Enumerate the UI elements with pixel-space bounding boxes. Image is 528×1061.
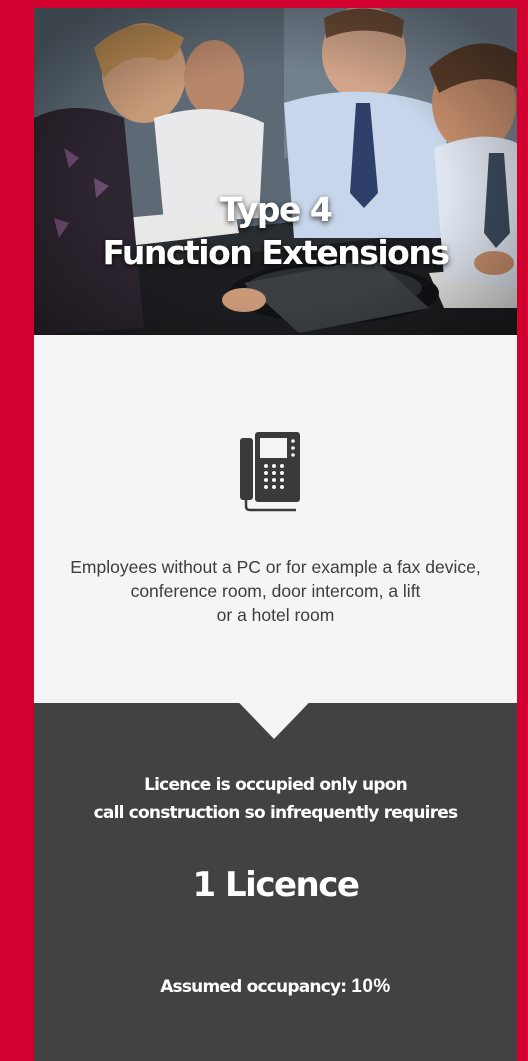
- licence-lead-line1: Licence is occupied only upon: [144, 775, 408, 795]
- description-line2: conference room, door intercom, a lift: [130, 581, 421, 601]
- desk-phone-icon: [240, 432, 300, 512]
- section-divider-arrow: [220, 683, 328, 739]
- business-meeting-photo: [34, 8, 517, 335]
- licence-section: Licence is occupied only upon call const…: [34, 703, 517, 1061]
- function-extensions-card: Type 4 Function Extensions Employees wit…: [34, 8, 517, 1061]
- hero-title-line2: Function Extensions: [102, 233, 450, 272]
- description-text: Employees without a PC or for example a …: [34, 555, 517, 627]
- hero-title: Type 4 Function Extensions: [34, 188, 517, 274]
- description-line1: Employees without a PC or for example a …: [70, 557, 481, 577]
- occupancy-line: Assumed occupancy: 10%: [34, 976, 517, 998]
- info-section: Employees without a PC or for example a …: [34, 335, 517, 703]
- licence-lead-line2: call construction so infrequently requir…: [93, 803, 459, 823]
- hero-image: Type 4 Function Extensions: [34, 8, 517, 335]
- description-line3: or a hotel room: [216, 605, 335, 625]
- hero-title-line1: Type 4: [219, 190, 333, 229]
- licence-count: 1 Licence: [192, 865, 360, 905]
- occupancy-value: 10%: [351, 976, 391, 997]
- occupancy-label: Assumed occupancy:: [160, 977, 347, 997]
- licence-lead-text: Licence is occupied only upon call const…: [34, 771, 517, 827]
